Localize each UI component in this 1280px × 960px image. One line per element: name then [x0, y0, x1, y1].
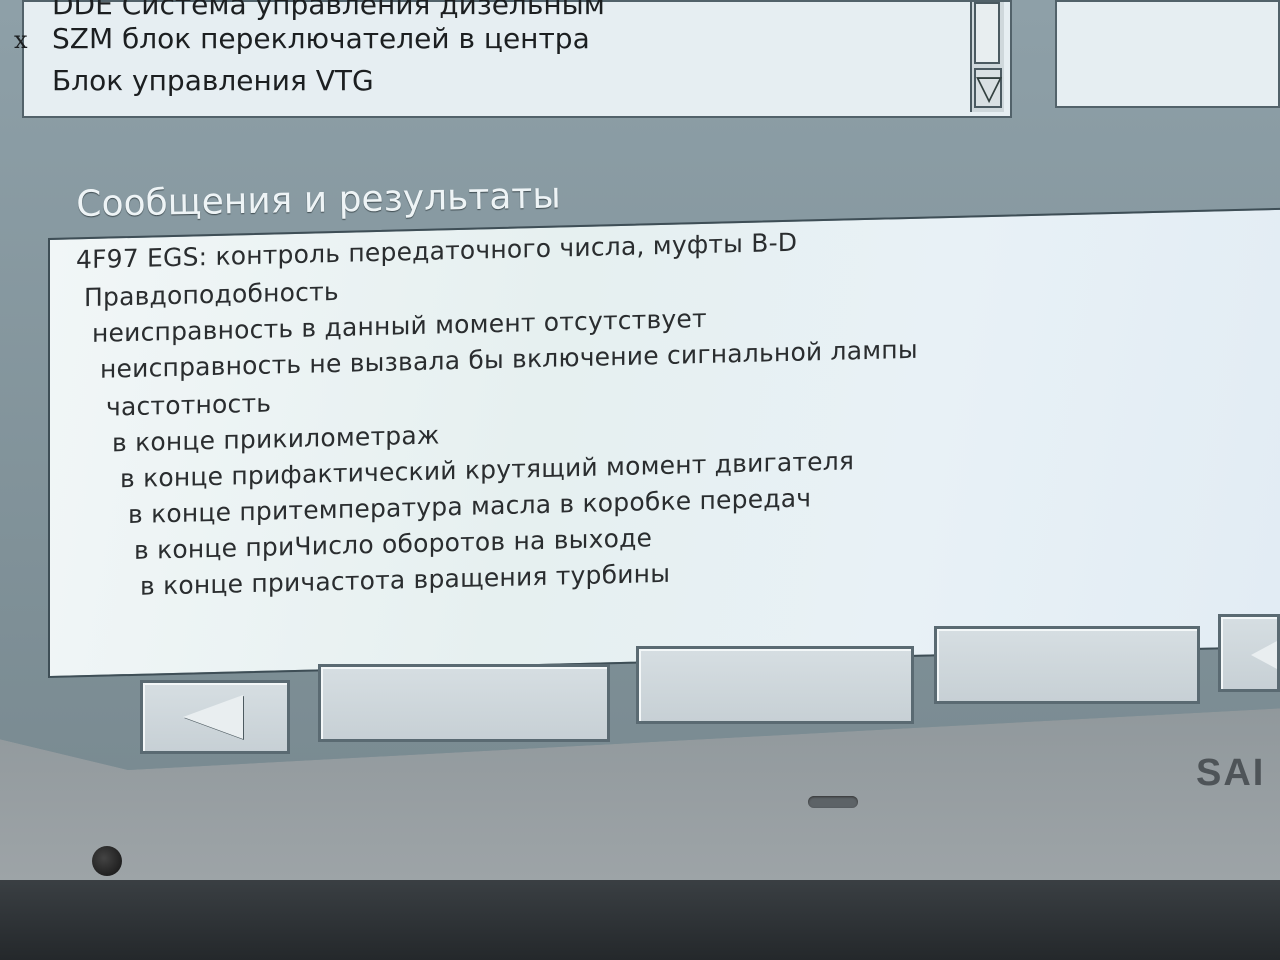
scroll-thumb[interactable]	[974, 2, 1000, 64]
message-line: Правдоподобность	[84, 276, 339, 313]
indicator-led	[808, 796, 858, 808]
ecu-list[interactable]: DDE Система управления дизельным x SZM б…	[14, 0, 1012, 118]
laptop-hinge	[0, 880, 1280, 960]
back-button[interactable]	[140, 680, 290, 754]
function-button[interactable]	[318, 664, 610, 742]
ecu-row-label: SZM блок переключателей в центра	[52, 22, 590, 55]
function-button[interactable]	[636, 646, 914, 724]
message-line: 4F97 EGS: контроль передаточного числа, …	[76, 227, 798, 275]
ecu-row-label: Блок управления VTG	[52, 64, 374, 97]
back-arrow-icon	[183, 695, 243, 739]
messages-panel[interactable]: 4F97 EGS: контроль передаточного числа, …	[48, 207, 1280, 678]
ecu-list-scrollbar[interactable]: ▽	[970, 2, 1004, 112]
brand-logo: SAI	[1196, 752, 1266, 794]
ecu-row-mark: x	[14, 26, 28, 54]
ecu-row-label: DDE Система управления дизельным	[52, 0, 605, 21]
message-line: в конце прикилометраж	[112, 420, 440, 458]
forward-button[interactable]	[1218, 614, 1280, 692]
message-line: в конце причастота вращения турбины	[140, 558, 671, 601]
forward-arrow-icon	[1251, 641, 1277, 669]
function-button[interactable]	[934, 626, 1200, 704]
side-panel	[1055, 0, 1280, 108]
messages-title: Сообщения и результаты	[76, 175, 562, 225]
message-line: в конце приЧисло оборотов на выходе	[134, 523, 653, 565]
message-line: частотность	[106, 388, 272, 422]
scroll-down-icon[interactable]: ▽	[974, 68, 1002, 108]
screw	[92, 846, 122, 876]
screen: DDE Система управления дизельным x SZM б…	[0, 0, 1280, 770]
